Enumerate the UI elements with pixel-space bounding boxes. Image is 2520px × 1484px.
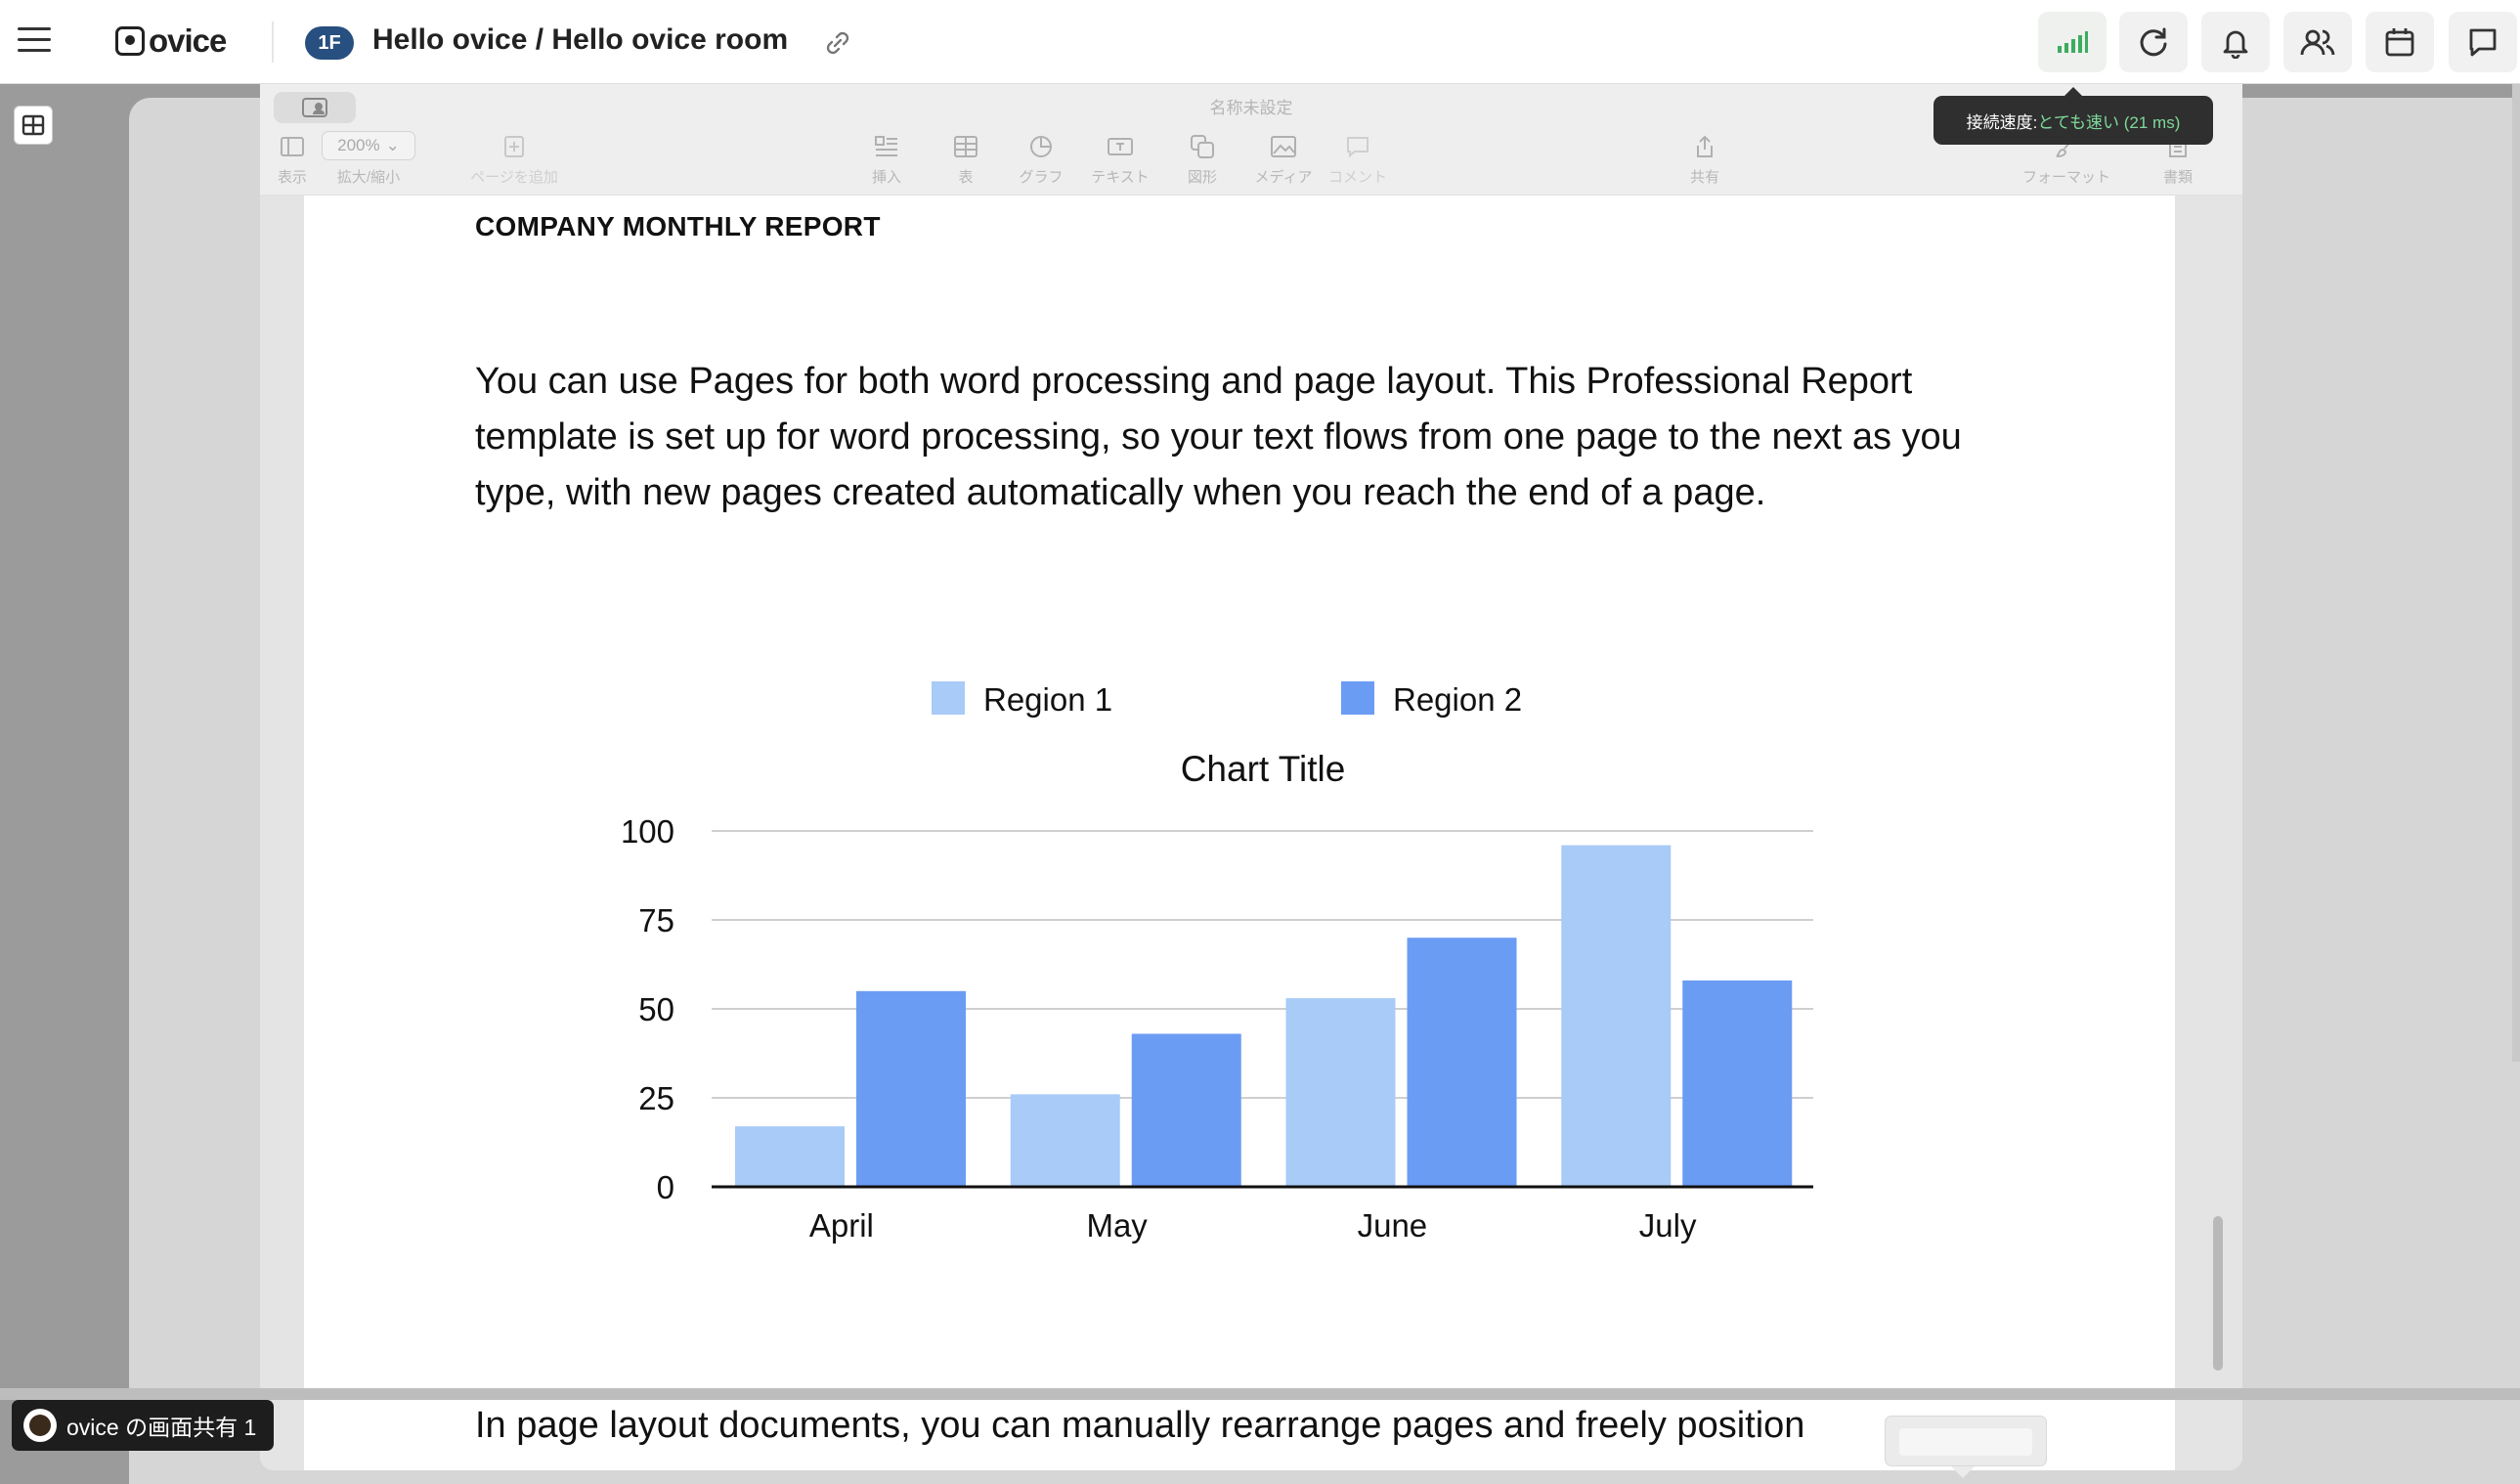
report-title: COMPANY MONTHLY REPORT — [475, 211, 881, 241]
table-icon — [954, 127, 978, 166]
bar-july-2 — [1682, 980, 1793, 1187]
floor-badge[interactable]: 1F — [305, 26, 354, 60]
bar-april-2 — [856, 990, 966, 1187]
zoom-tool-label: 拡大/縮小 — [336, 169, 401, 186]
share-tool-label: 共有 — [1689, 169, 1719, 186]
bar-april-1 — [735, 1126, 845, 1187]
comment-tool[interactable]: コメント — [1304, 127, 1412, 187]
refresh-button[interactable] — [2119, 12, 2188, 72]
tooltip-prefix: 接続速度: — [1966, 112, 2038, 132]
x-tick-label: May — [1086, 1207, 1148, 1244]
bar-may-2 — [1131, 1033, 1241, 1187]
y-tick-label: 75 — [638, 902, 674, 938]
calendar-icon — [2385, 28, 2414, 57]
body-paragraph: You can use Pages for both word processi… — [475, 361, 1962, 513]
zoom-value: 200% — [337, 136, 380, 154]
share-icon — [1694, 127, 1716, 166]
x-tick-label: June — [1358, 1207, 1428, 1244]
insert-icon — [875, 127, 898, 166]
add-page-tool[interactable]: ページを追加 — [460, 127, 568, 187]
tooltip-status: とても速い (21 ms) — [2037, 112, 2181, 132]
text-tool-label: テキスト — [1091, 169, 1150, 186]
screen-share-label: ovice の画面共有 1 — [66, 1415, 257, 1440]
logo-text: ovice — [149, 22, 227, 59]
y-tick-label: 100 — [621, 813, 674, 850]
signal-icon — [2058, 31, 2088, 53]
notifications-button[interactable] — [2201, 12, 2270, 72]
members-button[interactable] — [2283, 12, 2352, 72]
ovice-logo[interactable]: ovice — [115, 20, 227, 63]
shape-tool-label: 図形 — [1187, 169, 1217, 186]
zoom-select[interactable]: 200% ⌄ — [322, 131, 415, 160]
horizontal-scrollbar[interactable] — [0, 1388, 2520, 1400]
image-icon — [1271, 127, 1296, 166]
vertical-scrollbar[interactable] — [2213, 1216, 2223, 1371]
connection-tooltip: 接続速度: とても速い (21 ms) — [1933, 87, 2213, 145]
bar-june-1 — [1285, 998, 1396, 1187]
right-edge-scroll[interactable] — [2512, 84, 2520, 1062]
body-paragraph-2: In page layout documents, you can manual… — [475, 1405, 1805, 1446]
grid-icon — [22, 114, 45, 136]
format-tool-label: フォーマット — [2021, 169, 2110, 186]
top-bar: ovice 1F Hello ovice / Hello ovice room — [0, 0, 2520, 84]
layout-toggle-button[interactable] — [14, 106, 53, 145]
users-icon — [2300, 29, 2335, 56]
pie-chart-icon — [1029, 127, 1053, 166]
room-title: Hello ovice / Hello ovice room — [372, 23, 789, 56]
add-page-tool-label: ページを追加 — [470, 169, 558, 186]
ovice-logo-mark — [115, 26, 145, 56]
chat-icon — [2469, 28, 2497, 57]
comment-icon — [1346, 127, 1369, 166]
text-box-icon — [1108, 127, 1133, 166]
refresh-icon — [2140, 27, 2167, 57]
bar-july-1 — [1561, 845, 1672, 1187]
bar-chart: Region 1 Region 2 Chart Title 0 25 50 75 100 Apr… — [621, 681, 1813, 1244]
bar-may-1 — [1010, 1094, 1120, 1187]
legend-swatch-1 — [932, 681, 965, 715]
comment-tool-label: コメント — [1327, 169, 1387, 186]
y-tick-label: 0 — [657, 1169, 674, 1205]
x-tick-label: April — [809, 1207, 874, 1244]
y-tick-label: 25 — [638, 1080, 674, 1116]
sidebar-view-icon — [281, 127, 304, 166]
chevron-down-icon: ⌄ — [385, 136, 400, 154]
chart-tool-label: グラフ — [1019, 169, 1064, 186]
legend-label-1: Region 1 — [983, 681, 1112, 718]
document-tool-label: 書類 — [2162, 169, 2193, 186]
add-page-icon — [504, 127, 524, 166]
share-tool[interactable]: 共有 — [1651, 127, 1759, 187]
view-tool-label: 表示 — [277, 169, 307, 186]
header-divider — [272, 22, 274, 63]
zoom-tool[interactable]: 200% ⌄ 拡大/縮小 — [315, 127, 422, 187]
bar-june-2 — [1407, 938, 1517, 1187]
menu-icon[interactable] — [18, 27, 51, 57]
table-tool-label: 表 — [958, 169, 974, 186]
chat-button[interactable] — [2449, 12, 2517, 72]
screen-share-badge[interactable]: ovice の画面共有 1 — [12, 1400, 275, 1451]
calendar-button[interactable] — [2366, 12, 2434, 72]
legend-label-2: Region 2 — [1393, 681, 1522, 718]
floating-popover — [1885, 1416, 2047, 1466]
chart-title: Chart Title — [1181, 749, 1346, 789]
legend-swatch-2 — [1341, 681, 1374, 715]
link-icon[interactable] — [823, 28, 852, 58]
x-tick-label: July — [1639, 1207, 1697, 1244]
popover-pointer — [1951, 1466, 1975, 1478]
insert-tool-label: 挿入 — [871, 169, 901, 186]
bell-icon — [2223, 30, 2248, 59]
y-tick-label: 50 — [638, 991, 674, 1027]
avatar — [23, 1409, 57, 1442]
connection-signal-button[interactable] — [2038, 12, 2107, 72]
shape-icon — [1191, 127, 1214, 166]
